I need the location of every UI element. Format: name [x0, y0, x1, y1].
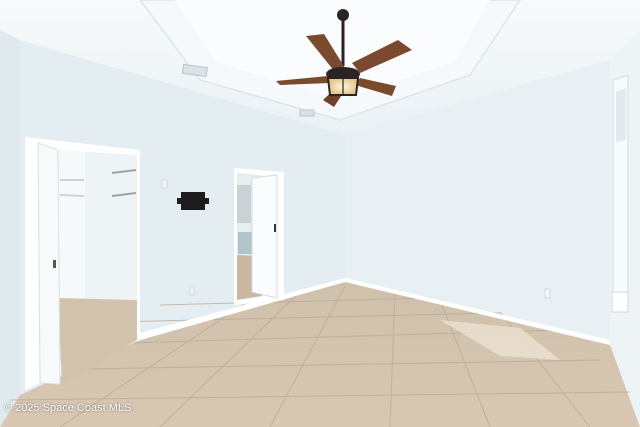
tv-wall-mount	[181, 192, 205, 210]
bathroom-door	[251, 174, 278, 299]
photo-watermark: © 2025 Space Coast MLS	[4, 402, 132, 414]
bathroom-door-handle	[274, 224, 276, 232]
window	[611, 74, 629, 313]
closet-door-handle	[53, 260, 56, 268]
closet-door	[37, 142, 61, 385]
room-illustration	[0, 0, 640, 427]
room-photo: © 2025 Space Coast MLS	[0, 0, 640, 427]
